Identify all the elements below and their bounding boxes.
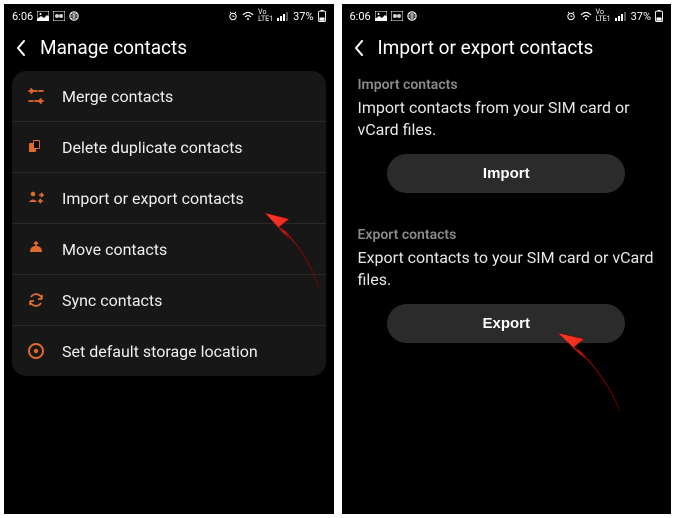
section-desc: Import contacts from your SIM card or vC… bbox=[358, 97, 656, 140]
section-heading: Export contacts bbox=[358, 227, 656, 243]
status-bar: 6:06 VoLTE1 37% bbox=[4, 4, 334, 28]
signal-icon bbox=[615, 11, 627, 21]
status-network: VoLTE1 bbox=[258, 9, 273, 23]
menu-label: Delete duplicate contacts bbox=[62, 138, 243, 157]
menu-label: Move contacts bbox=[62, 240, 167, 259]
card-icon bbox=[391, 11, 403, 21]
alarm-icon bbox=[228, 11, 238, 21]
menu-label: Import or export contacts bbox=[62, 189, 244, 208]
globe-icon bbox=[69, 11, 79, 21]
phone-right: 6:06 VoLTE1 37% Import or export contact… bbox=[342, 4, 672, 514]
app-header: Manage contacts bbox=[4, 28, 334, 71]
export-button[interactable]: Export bbox=[387, 304, 625, 343]
storage-icon bbox=[26, 341, 46, 361]
status-battery-pct: 37% bbox=[293, 10, 313, 23]
card-icon bbox=[53, 11, 65, 21]
battery-icon bbox=[655, 10, 663, 22]
menu-card: Merge contacts Delete duplicate contacts… bbox=[12, 71, 326, 376]
section-export: Export contacts Export contacts to your … bbox=[342, 221, 672, 353]
menu-merge-contacts[interactable]: Merge contacts bbox=[12, 71, 326, 122]
status-bar: 6:06 VoLTE1 37% bbox=[342, 4, 672, 28]
signal-icon bbox=[277, 11, 289, 21]
status-time: 6:06 bbox=[12, 10, 33, 23]
gallery-icon bbox=[37, 11, 49, 21]
delete-dup-icon bbox=[26, 137, 46, 157]
menu-import-export[interactable]: Import or export contacts bbox=[12, 173, 326, 224]
section-desc: Export contacts to your SIM card or vCar… bbox=[358, 247, 656, 290]
menu-label: Sync contacts bbox=[62, 291, 162, 310]
section-import: Import contacts Import contacts from you… bbox=[342, 71, 672, 203]
gallery-icon bbox=[375, 11, 387, 21]
alarm-icon bbox=[566, 11, 576, 21]
status-network: VoLTE1 bbox=[596, 9, 611, 23]
menu-sync-contacts[interactable]: Sync contacts bbox=[12, 275, 326, 326]
menu-label: Set default storage location bbox=[62, 342, 258, 361]
back-button[interactable] bbox=[16, 39, 28, 57]
import-button[interactable]: Import bbox=[387, 154, 625, 193]
wifi-icon bbox=[580, 11, 592, 21]
move-icon bbox=[26, 239, 46, 259]
app-header: Import or export contacts bbox=[342, 28, 672, 71]
menu-delete-duplicates[interactable]: Delete duplicate contacts bbox=[12, 122, 326, 173]
menu-label: Merge contacts bbox=[62, 87, 173, 106]
battery-icon bbox=[318, 10, 326, 22]
sync-icon bbox=[26, 290, 46, 310]
status-time: 6:06 bbox=[350, 10, 371, 23]
status-battery-pct: 37% bbox=[631, 10, 651, 23]
menu-default-storage[interactable]: Set default storage location bbox=[12, 326, 326, 376]
page-title: Manage contacts bbox=[40, 36, 187, 59]
section-heading: Import contacts bbox=[358, 77, 656, 93]
merge-icon bbox=[26, 86, 46, 106]
back-button[interactable] bbox=[354, 39, 366, 57]
wifi-icon bbox=[242, 11, 254, 21]
phone-left: 6:06 VoLTE1 37% Manage contacts Merge co… bbox=[4, 4, 334, 514]
page-title: Import or export contacts bbox=[378, 36, 594, 59]
menu-move-contacts[interactable]: Move contacts bbox=[12, 224, 326, 275]
globe-icon bbox=[407, 11, 417, 21]
import-export-icon bbox=[26, 188, 46, 208]
